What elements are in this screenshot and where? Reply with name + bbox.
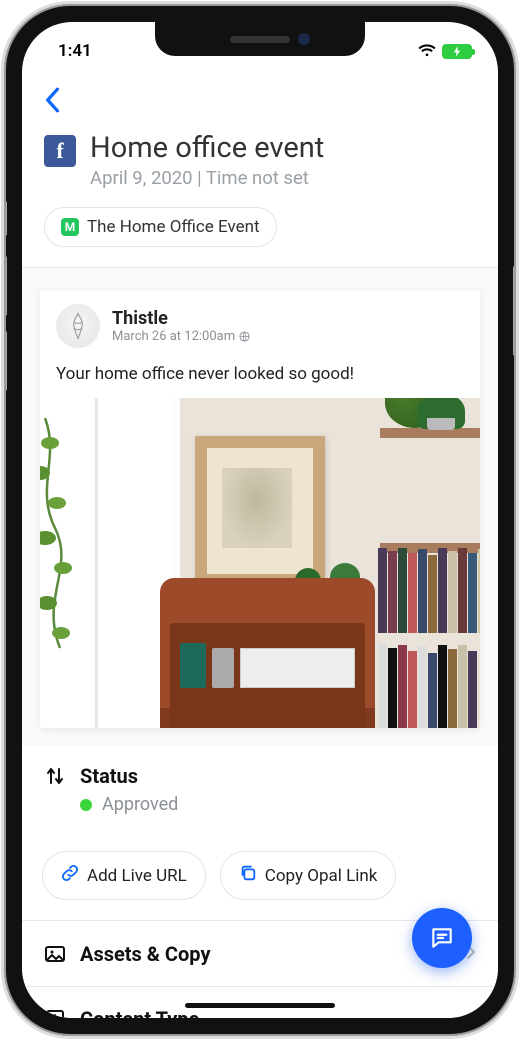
add-live-url-button[interactable]: Add Live URL — [42, 851, 206, 900]
post-text: Your home office never looked so good! — [40, 358, 480, 398]
power-button — [513, 266, 514, 356]
page-subtitle: April 9, 2020 | Time not set — [90, 167, 324, 189]
image-icon — [44, 943, 66, 965]
content-type-label: Content Type — [80, 1007, 199, 1018]
post-preview-card: Thistle March 26 at 12:00am Your home of… — [40, 290, 480, 728]
notch — [155, 22, 365, 56]
assets-copy-label: Assets & Copy — [80, 942, 211, 966]
status-time: 1:41 — [58, 41, 92, 61]
content-type-icon — [44, 1008, 66, 1018]
facebook-icon: f — [44, 135, 76, 167]
post-meta: March 26 at 12:00am — [112, 329, 250, 344]
copy-opal-link-button[interactable]: Copy Opal Link — [220, 851, 397, 900]
phone-frame: 1:41 f Home office event Apri — [6, 6, 514, 1034]
status-dot-icon — [80, 799, 92, 811]
link-icon — [61, 864, 79, 887]
post-username: Thistle — [112, 308, 250, 329]
volume-up-button — [6, 256, 7, 316]
page-title: Home office event — [90, 131, 324, 165]
copy-icon — [239, 864, 257, 887]
add-live-url-label: Add Live URL — [87, 866, 187, 886]
status-section-title: Status — [80, 764, 138, 788]
volume-down-button — [6, 331, 7, 391]
post-avatar — [56, 304, 100, 348]
post-image — [40, 398, 480, 728]
event-tag[interactable]: M The Home Office Event — [44, 207, 277, 247]
wifi-icon — [418, 44, 436, 58]
tag-moment-icon: M — [61, 218, 79, 236]
event-tag-label: The Home Office Event — [87, 217, 260, 237]
status-value: Approved — [102, 794, 178, 815]
copy-opal-link-label: Copy Opal Link — [265, 866, 378, 886]
globe-icon — [239, 331, 250, 342]
back-button[interactable] — [44, 86, 60, 121]
sort-arrows-icon — [44, 766, 66, 786]
chat-fab-button[interactable] — [412, 908, 472, 968]
home-indicator[interactable] — [185, 1003, 335, 1008]
mute-switch — [6, 201, 7, 236]
chat-icon — [429, 925, 455, 951]
battery-icon — [442, 44, 472, 59]
